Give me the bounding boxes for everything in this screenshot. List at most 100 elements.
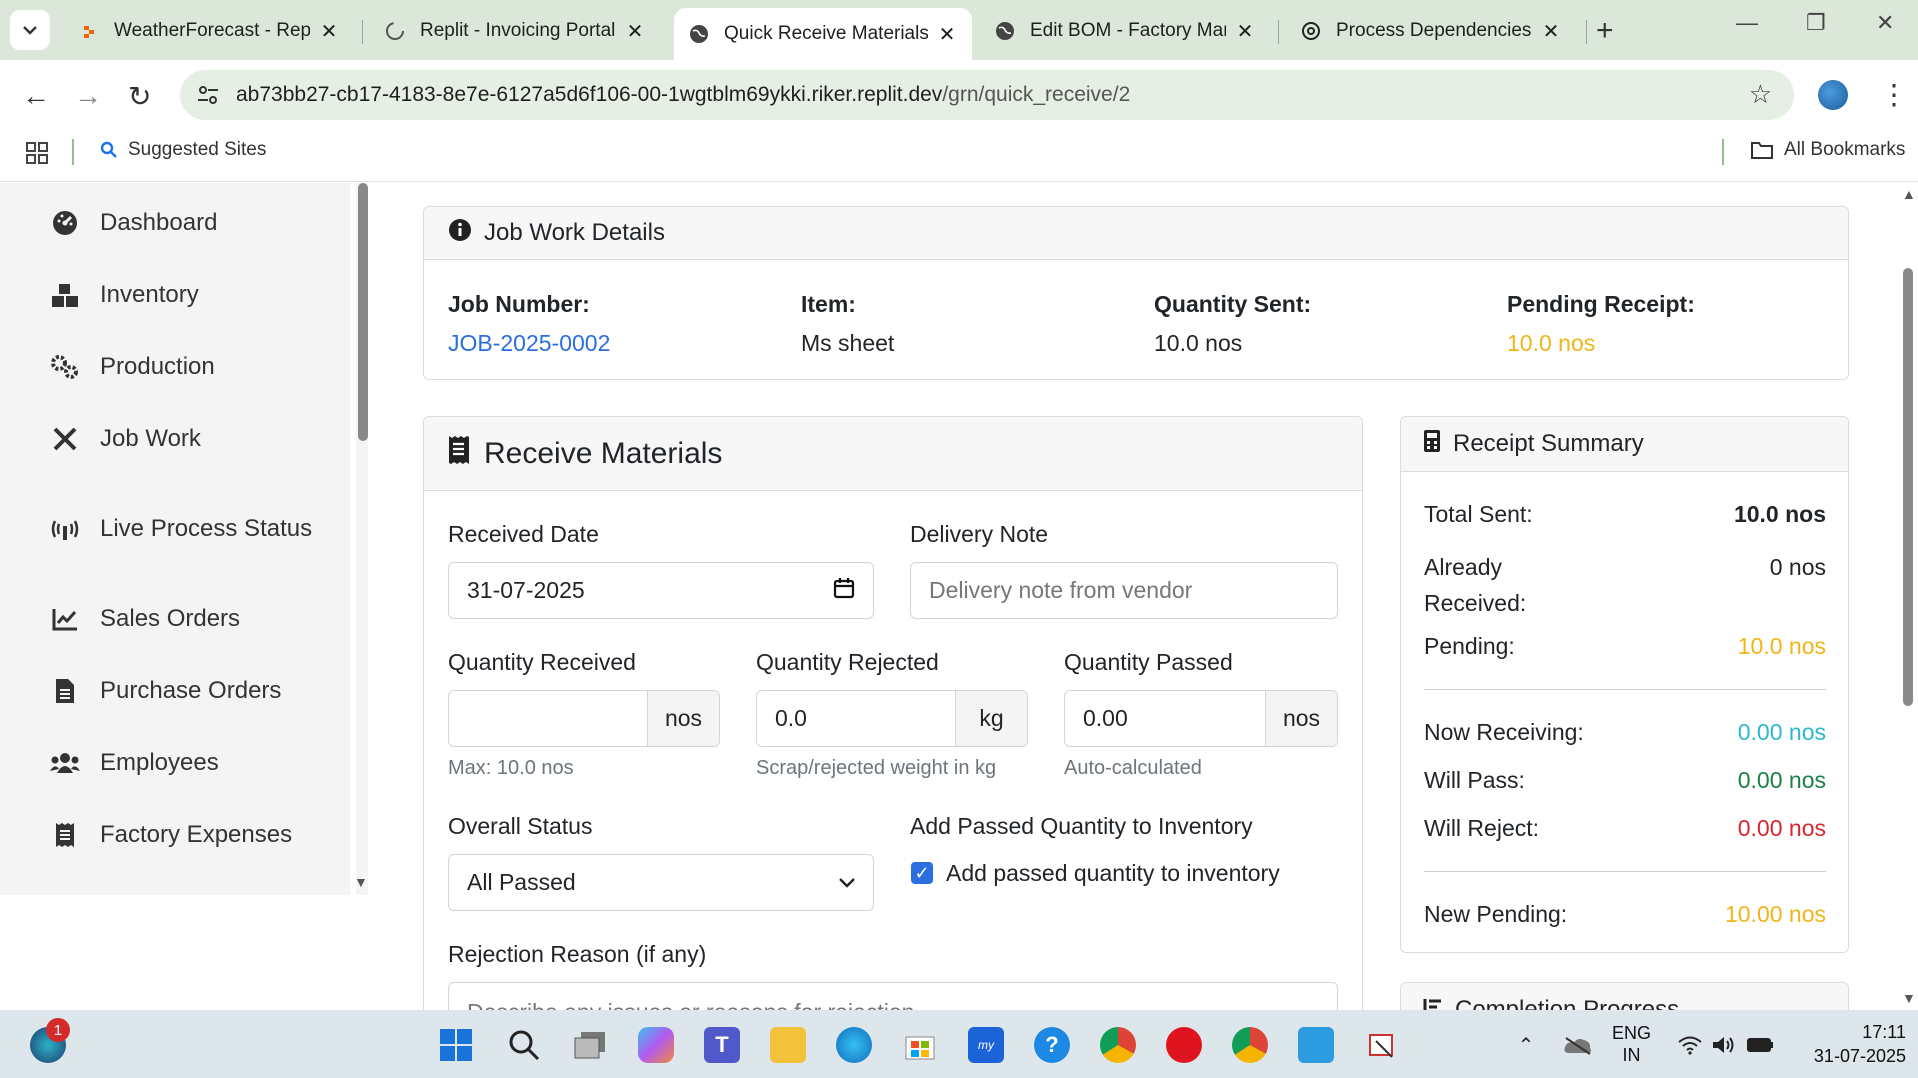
volume-icon[interactable]: [1706, 1027, 1742, 1063]
scroll-down-arrow[interactable]: ▼: [354, 874, 368, 890]
sidebar-item-live-process-status[interactable]: Live Process Status: [50, 515, 312, 543]
quantity-passed-input-group: 0.00 nos: [1064, 690, 1338, 747]
apps-grid-icon[interactable]: [26, 142, 48, 169]
quantity-passed-label: Quantity Passed: [1064, 649, 1233, 675]
sidebar-item-employees[interactable]: Employees: [50, 749, 219, 777]
reload-button[interactable]: ↻: [128, 80, 151, 113]
scroll-down-arrow[interactable]: ▼: [1902, 990, 1916, 1006]
add-inventory-checkbox[interactable]: ✓: [911, 862, 933, 884]
back-button[interactable]: ←: [22, 80, 50, 112]
browser-tab-active[interactable]: Quick Receive Materials - ✕: [674, 8, 972, 60]
copilot-icon[interactable]: [638, 1027, 674, 1063]
sidebar-item-dashboard[interactable]: Dashboard: [50, 209, 217, 237]
gears-icon: [50, 353, 80, 381]
search-icon: [100, 141, 117, 158]
receipt-summary-card: Receipt Summary Total Sent: 10.0 nos Alr…: [1400, 416, 1849, 953]
chevron-up-icon[interactable]: ⌃: [1508, 1027, 1544, 1063]
close-icon[interactable]: ✕: [1234, 19, 1256, 44]
calculator-icon: [1423, 429, 1441, 460]
tab-search-button[interactable]: [10, 10, 50, 50]
new-tab-button[interactable]: +: [1596, 14, 1614, 48]
tab-divider: [1278, 20, 1279, 44]
system-clock[interactable]: 17:11 31-07-2025: [1790, 1020, 1906, 1068]
close-icon[interactable]: ✕: [624, 19, 646, 44]
chrome-profile-icon[interactable]: [1100, 1027, 1136, 1063]
snipping-tool-icon[interactable]: [1364, 1027, 1400, 1063]
sidebar-item-label: Live Process Status: [100, 515, 313, 542]
windows-start-icon[interactable]: [438, 1027, 474, 1063]
pending-receipt-value: 10.0 nos: [1507, 330, 1596, 356]
quantity-rejected-input[interactable]: 0.0: [757, 691, 955, 746]
quantity-received-help: Max: 10.0 nos: [448, 757, 574, 779]
address-bar[interactable]: ab73bb27-cb17-4183-8e7e-6127a5d6f106-00-…: [180, 70, 1794, 120]
loading-icon: [384, 20, 406, 42]
quantity-passed-input[interactable]: 0.00: [1065, 691, 1265, 746]
sidebar-scrollbar-thumb[interactable]: [358, 183, 368, 441]
sidebar-item-factory-expenses[interactable]: Factory Expenses: [50, 821, 292, 849]
sidebar-item-label: Sales Orders: [100, 605, 241, 632]
page-scrollbar-thumb[interactable]: [1903, 268, 1913, 706]
opera-icon[interactable]: [1166, 1027, 1202, 1063]
quantity-rejected-input-group: 0.0 kg: [756, 690, 1028, 747]
job-number-link[interactable]: JOB-2025-0002: [448, 330, 610, 357]
bookmark-star-icon[interactable]: ☆: [1749, 79, 1772, 110]
task-view-icon[interactable]: [572, 1027, 608, 1063]
profile-avatar[interactable]: [1818, 80, 1848, 110]
chart-line-icon: [50, 605, 80, 633]
browser-menu-icon[interactable]: ⋮: [1880, 78, 1908, 111]
onedrive-icon[interactable]: [1560, 1027, 1596, 1063]
summary-will-pass-row: Will Pass: 0.00 nos: [1424, 767, 1826, 794]
info-circle-icon: [448, 218, 472, 249]
close-window-button[interactable]: ✕: [1876, 10, 1894, 36]
language-indicator[interactable]: ENG IN: [1612, 1022, 1651, 1066]
notepad-icon[interactable]: [1298, 1027, 1334, 1063]
openai-icon: [1300, 20, 1322, 42]
close-icon[interactable]: ✕: [1540, 19, 1562, 44]
wifi-icon[interactable]: [1672, 1027, 1708, 1063]
sidebar-item-sales-orders[interactable]: Sales Orders: [50, 605, 240, 633]
browser-tab[interactable]: Replit - Invoicing Portal ✕: [370, 8, 660, 54]
chevron-down-icon: [23, 26, 37, 35]
scroll-up-arrow[interactable]: ▲: [1902, 186, 1916, 202]
close-icon[interactable]: ✕: [936, 22, 958, 47]
sidebar-item-production[interactable]: Production: [50, 353, 215, 381]
teams-icon[interactable]: T: [704, 1027, 740, 1063]
browser-tab[interactable]: Edit BOM - Factory Mana ✕: [980, 8, 1270, 54]
myhp-icon[interactable]: my: [968, 1027, 1004, 1063]
delivery-note-input[interactable]: Delivery note from vendor: [910, 562, 1338, 619]
calendar-icon[interactable]: [833, 577, 855, 605]
chrome-icon[interactable]: [1232, 1027, 1268, 1063]
sidebar-item-inventory[interactable]: Inventory: [50, 281, 199, 309]
overall-status-select[interactable]: All Passed: [448, 854, 874, 911]
received-date-input[interactable]: 31-07-2025: [448, 562, 874, 619]
sidebar-item-purchase-orders[interactable]: Purchase Orders: [50, 677, 281, 705]
help-icon[interactable]: ?: [1034, 1027, 1070, 1063]
forward-button[interactable]: →: [74, 80, 102, 112]
edge-browser-icon[interactable]: [836, 1027, 872, 1063]
browser-tab[interactable]: WeatherForecast - Replit ✕: [64, 8, 354, 54]
search-icon[interactable]: [506, 1027, 542, 1063]
sidebar-item-job-work[interactable]: Job Work: [50, 425, 201, 453]
boxes-icon: [50, 281, 80, 309]
close-icon[interactable]: ✕: [318, 19, 340, 44]
language-code: ENG: [1612, 1023, 1652, 1043]
tab-title: Replit - Invoicing Portal: [420, 20, 616, 41]
battery-icon[interactable]: [1742, 1027, 1778, 1063]
quantity-received-input[interactable]: [449, 691, 647, 746]
add-inventory-label: Add Passed Quantity to Inventory: [910, 813, 1253, 839]
restore-button[interactable]: ❐: [1806, 10, 1826, 36]
browser-tab[interactable]: Process Dependencies O ✕: [1286, 8, 1576, 54]
tab-title: Quick Receive Materials -: [724, 23, 928, 44]
all-bookmarks-button[interactable]: All Bookmarks: [1750, 139, 1905, 161]
file-explorer-icon[interactable]: [770, 1027, 806, 1063]
site-info-icon[interactable]: [196, 83, 220, 112]
minimize-button[interactable]: —: [1736, 10, 1758, 36]
sidebar-item-label: Job Work: [100, 425, 201, 452]
rejection-reason-label: Rejection Reason (if any): [448, 941, 707, 967]
bookmark-suggested-sites[interactable]: Suggested Sites: [100, 139, 266, 161]
browser-tab-strip: WeatherForecast - Replit ✕ Replit - Invo…: [0, 0, 1918, 60]
summary-value: 10.0 nos: [1733, 501, 1826, 527]
url-text[interactable]: ab73bb27-cb17-4183-8e7e-6127a5d6f106-00-…: [236, 83, 1130, 107]
add-inventory-checkbox-label[interactable]: Add passed quantity to inventory: [946, 860, 1280, 887]
microsoft-store-icon[interactable]: [902, 1027, 938, 1063]
